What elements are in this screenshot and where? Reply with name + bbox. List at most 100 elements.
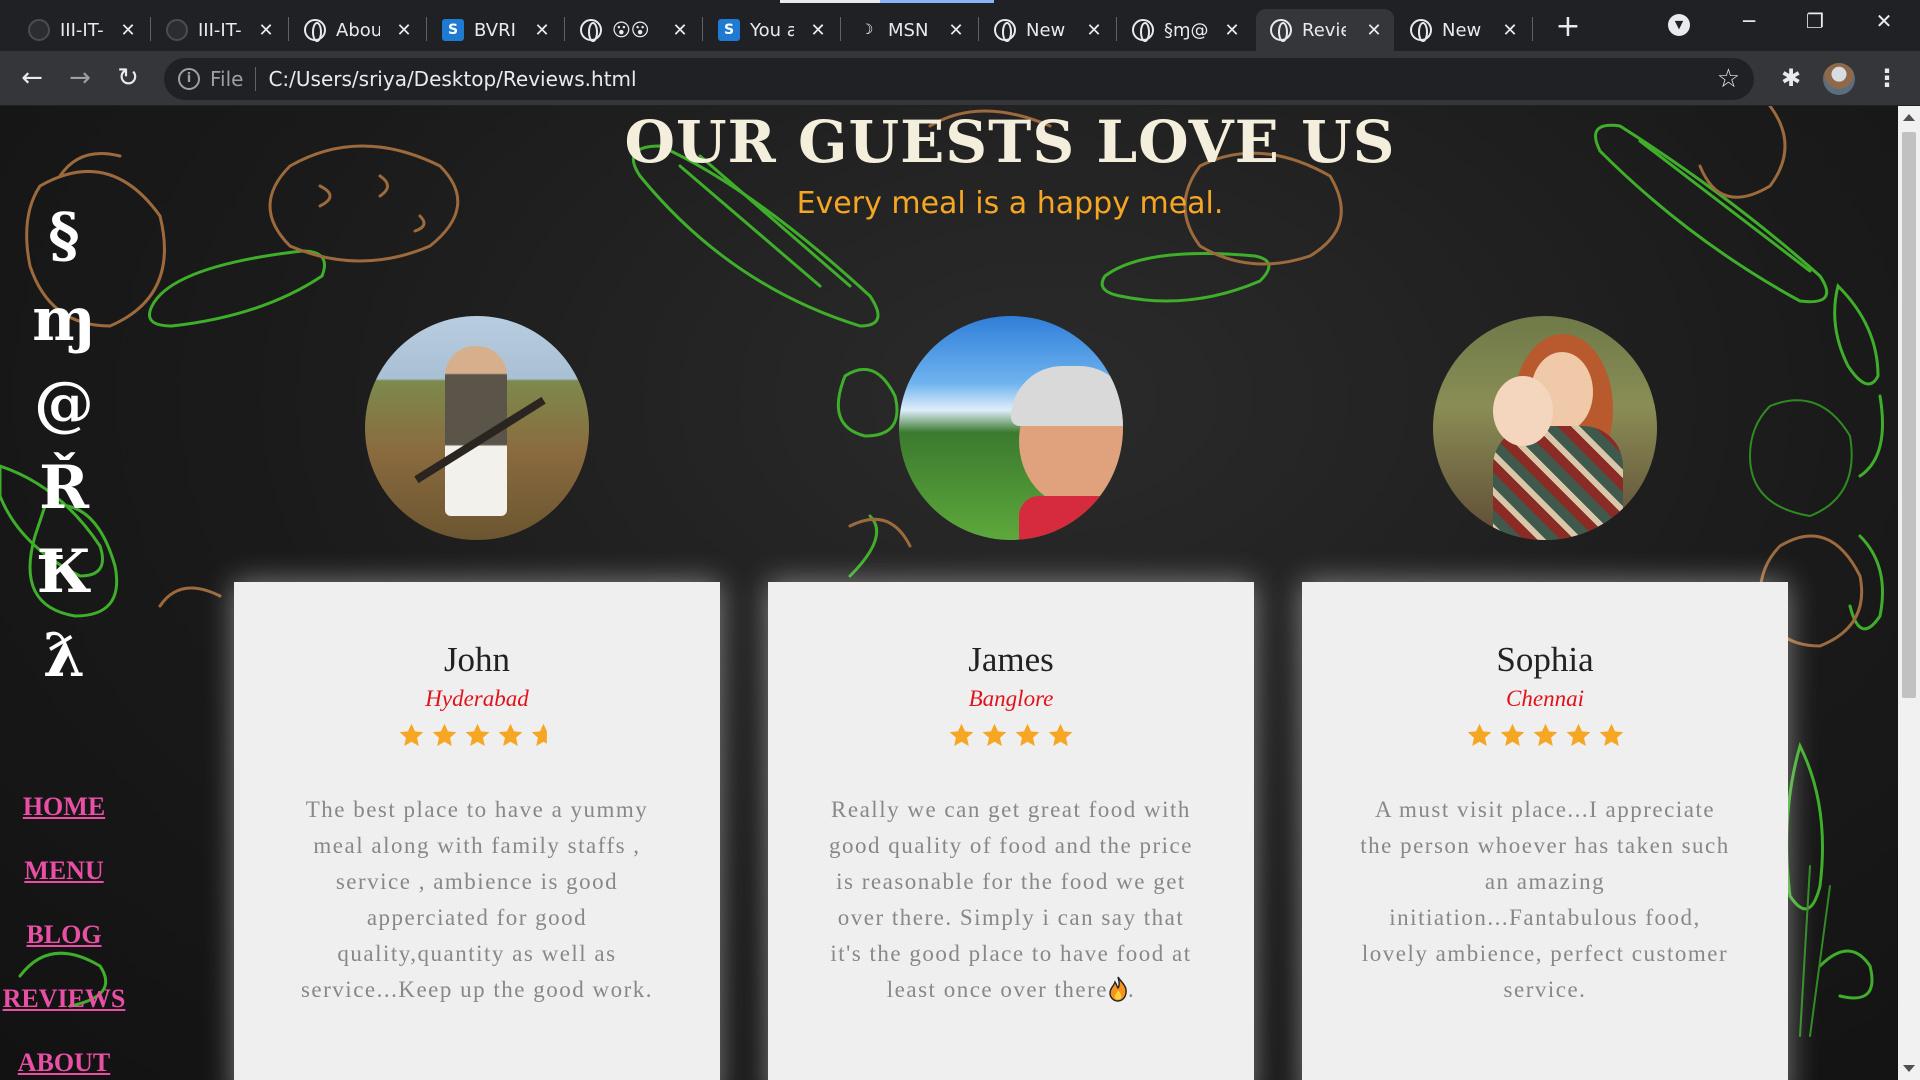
fire-icon bbox=[1109, 976, 1127, 1002]
back-button[interactable]: ← bbox=[14, 60, 50, 96]
close-icon[interactable]: ✕ bbox=[1500, 20, 1520, 41]
review-card: John Hyderabad The best place to have a … bbox=[234, 582, 720, 1080]
logo-letter: § bbox=[48, 201, 80, 271]
nav-link-blog[interactable]: BLOG bbox=[0, 903, 128, 967]
star-icon bbox=[465, 723, 489, 746]
address-url[interactable]: C:/Users/sriya/Desktop/Reviews.html bbox=[268, 67, 636, 91]
tab-title: You a bbox=[750, 19, 794, 41]
star-icon bbox=[1533, 723, 1557, 746]
brand-logo[interactable]: § ɱ @ Ř Ꝁ ƛ bbox=[24, 194, 104, 698]
half-star-icon bbox=[531, 723, 547, 746]
close-icon[interactable]: ✕ bbox=[1364, 20, 1384, 41]
tab-3[interactable]: Abou ✕ bbox=[290, 9, 424, 51]
reviewer-name: Sophia bbox=[1496, 640, 1594, 679]
tab-4[interactable]: S BVRI ✕ bbox=[428, 9, 562, 51]
logo-letter: Ř bbox=[39, 453, 89, 523]
address-bar[interactable]: i File C:/Users/sriya/Desktop/Reviews.ht… bbox=[164, 58, 1754, 100]
reload-button[interactable]: ↻ bbox=[110, 60, 146, 96]
browser-menu-icon[interactable]: ⋮ bbox=[1872, 63, 1902, 93]
review-text: A must visit place...I appreciate the pe… bbox=[1360, 797, 1730, 1002]
logo-letter: @ bbox=[34, 369, 94, 439]
reviewer-name: John bbox=[443, 640, 511, 679]
review-card: James Banglore Really we can get great f… bbox=[768, 582, 1254, 1080]
globe-icon bbox=[1270, 19, 1292, 42]
reviewer-city: Chennai bbox=[1506, 686, 1584, 711]
reviewer-city: Banglore bbox=[968, 686, 1054, 711]
side-navigation: HOME MENU BLOG REVIEWS ABOUT bbox=[0, 775, 128, 1080]
close-icon[interactable]: ✕ bbox=[118, 20, 138, 41]
tab-title: III-IT- bbox=[198, 19, 242, 41]
logo-letter: Ꝁ bbox=[36, 537, 92, 607]
tab-11[interactable]: New ✕ bbox=[1396, 9, 1530, 51]
star-icon bbox=[498, 723, 522, 746]
close-icon[interactable]: ✕ bbox=[532, 20, 552, 41]
tab-2[interactable]: III-IT- ✕ bbox=[152, 9, 286, 51]
scroll-up-arrow-icon[interactable] bbox=[1903, 114, 1915, 121]
page-title: OUR GUESTS LOVE US bbox=[624, 108, 1396, 176]
close-icon[interactable]: ✕ bbox=[394, 20, 414, 41]
star-icon bbox=[982, 723, 1007, 746]
page-subtitle: Every meal is a happy meal. bbox=[796, 186, 1224, 221]
guest-photo-john bbox=[365, 316, 589, 540]
photo-detail bbox=[1011, 366, 1123, 426]
close-icon[interactable]: ✕ bbox=[946, 20, 966, 41]
tab-divider bbox=[288, 17, 289, 41]
close-icon[interactable]: ✕ bbox=[1084, 20, 1104, 41]
tab-reviews-active[interactable]: Revie ✕ bbox=[1256, 9, 1394, 51]
bookmark-star-icon[interactable]: ☆ bbox=[1717, 64, 1740, 94]
scrollbar-thumb[interactable] bbox=[1902, 132, 1916, 698]
tab-8[interactable]: New ✕ bbox=[980, 9, 1114, 51]
star-icon bbox=[1599, 723, 1623, 746]
profile-avatar[interactable] bbox=[1823, 63, 1855, 95]
reviewer-city: Hyderabad bbox=[425, 686, 529, 711]
globe-icon bbox=[1132, 19, 1154, 42]
browser-toolbar: ← → ↻ i File C:/Users/sriya/Desktop/Revi… bbox=[0, 51, 1920, 106]
globe-icon bbox=[304, 19, 326, 42]
loading-indicator-highlight bbox=[780, 0, 880, 3]
globe-icon bbox=[994, 19, 1016, 42]
star-icon bbox=[949, 723, 974, 746]
tab-6[interactable]: S You a ✕ bbox=[704, 9, 838, 51]
s-brand-icon: S bbox=[442, 19, 464, 41]
tab-title: Revie bbox=[1302, 19, 1346, 41]
extensions-puzzle-icon[interactable]: ✱ bbox=[1776, 63, 1806, 93]
logo-letter: ƛ bbox=[42, 621, 86, 691]
scroll-down-arrow-icon[interactable] bbox=[1903, 1065, 1915, 1072]
github-icon bbox=[28, 19, 50, 41]
globe-icon bbox=[580, 19, 602, 42]
tab-title: New bbox=[1026, 19, 1066, 41]
page-scrollbar[interactable] bbox=[1898, 106, 1920, 1080]
star-icon bbox=[1566, 723, 1590, 746]
nav-link-about[interactable]: ABOUT bbox=[0, 1031, 128, 1080]
restore-button[interactable]: ❐ bbox=[1786, 0, 1844, 42]
nav-link-menu[interactable]: MENU bbox=[0, 839, 128, 903]
tab-divider bbox=[1532, 17, 1533, 41]
tab-1[interactable]: III-IT- ✕ bbox=[14, 9, 148, 51]
forward-button[interactable]: → bbox=[62, 60, 98, 96]
nav-link-reviews[interactable]: REVIEWS bbox=[0, 967, 128, 1031]
minimize-button[interactable]: ─ bbox=[1720, 0, 1778, 42]
close-icon[interactable]: ✕ bbox=[1222, 20, 1242, 41]
tab-search-icon[interactable]: ▼ bbox=[1668, 14, 1690, 36]
review-text: Really we can get great food with good q… bbox=[829, 797, 1193, 1002]
star-icon bbox=[1048, 723, 1073, 746]
close-icon[interactable]: ✕ bbox=[808, 20, 828, 41]
window-close-button[interactable]: ✕ bbox=[1855, 0, 1913, 42]
page-viewport: OUR GUESTS LOVE US Every meal is a happy… bbox=[0, 106, 1898, 1080]
star-rating bbox=[1302, 718, 1788, 754]
new-tab-button[interactable]: + bbox=[1552, 12, 1584, 44]
star-icon bbox=[1500, 723, 1524, 746]
close-icon[interactable]: ✕ bbox=[670, 20, 690, 41]
close-icon[interactable]: ✕ bbox=[256, 20, 276, 41]
tab-7[interactable]: ☽ MSN ✕ bbox=[842, 9, 976, 51]
tab-title: Abou bbox=[336, 19, 380, 41]
nav-link-home[interactable]: HOME bbox=[0, 775, 128, 839]
star-rating bbox=[768, 718, 1254, 754]
tab-title: III-IT- bbox=[60, 19, 104, 41]
github-icon bbox=[166, 19, 188, 41]
star-icon bbox=[399, 723, 423, 746]
info-icon[interactable]: i bbox=[178, 68, 200, 90]
tab-9[interactable]: §ɱ@ ✕ bbox=[1118, 9, 1252, 51]
tab-title: MSN bbox=[888, 19, 929, 41]
tab-5[interactable]: 😮😮 ✕ bbox=[566, 9, 700, 51]
